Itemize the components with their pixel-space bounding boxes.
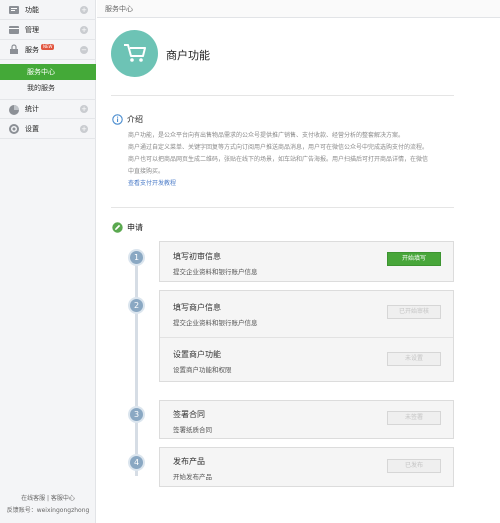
sidebar-item-label: 统计: [25, 105, 39, 113]
pen-icon: [112, 222, 123, 233]
expand-icon[interactable]: +: [80, 25, 88, 34]
divider: [111, 207, 454, 208]
step-title: 发布产品: [173, 457, 205, 466]
sidebar-item-stats[interactable]: 统计 +: [0, 99, 96, 119]
step-number: 3: [128, 406, 145, 423]
sidebar-item-service[interactable]: 服务 NEW −: [0, 40, 96, 60]
breadcrumb-label: 服务中心: [105, 5, 133, 13]
steps-timeline: [135, 250, 138, 476]
intro-text: 商户通过自定义菜单、关键字回复等方式向订阅用户推送商品消息，用户可在微信公众号中…: [128, 144, 429, 151]
sidebar-item-manage[interactable]: 管理 +: [0, 20, 96, 40]
not-signed-button[interactable]: 未签署: [387, 411, 441, 425]
sidebar-item-feature[interactable]: 功能 +: [0, 0, 96, 20]
review-started-button[interactable]: 已开始审核: [387, 305, 441, 319]
manage-icon: [9, 26, 19, 34]
sidebar-footer-links[interactable]: 在线客服 | 客服中心: [0, 493, 96, 502]
sidebar-item-settings[interactable]: 设置 +: [0, 119, 96, 139]
sidebar-item-label: 管理: [25, 25, 39, 34]
cart-icon: [124, 44, 146, 62]
breadcrumb: 服务中心: [97, 0, 500, 18]
sidebar-item-label: 功能: [25, 5, 39, 14]
step-title: 设置商户功能: [173, 350, 221, 359]
expand-icon[interactable]: +: [80, 5, 88, 14]
expand-icon[interactable]: +: [80, 105, 88, 113]
sidebar-subitem-service-center[interactable]: 服务中心: [0, 64, 96, 80]
step-desc: 签署纸质合同: [173, 426, 212, 434]
sidebar-subitem-my-services[interactable]: 我的服务: [0, 80, 96, 96]
header-icon-circle: [111, 30, 158, 77]
sidebar-footer-account: 反馈账号：weixingongzhong: [6, 507, 90, 514]
not-set-button[interactable]: 未设置: [387, 352, 441, 366]
step-desc: 开始发布产品: [173, 473, 212, 481]
info-icon: [112, 114, 123, 125]
step-desc: 提交企业资料和银行账户信息: [173, 319, 258, 327]
divider: [111, 95, 454, 96]
expand-icon[interactable]: +: [80, 124, 88, 133]
step-title: 填写初审信息: [173, 252, 221, 261]
collapse-icon[interactable]: −: [80, 45, 88, 54]
step-number: 4: [128, 454, 145, 471]
sidebar: 功能 + 管理 + 服务 NEW − 服务中心 我的服务 统计 + 设置 + 在…: [0, 0, 96, 523]
feature-icon: [9, 6, 19, 14]
step-desc: 设置商户功能和权限: [173, 366, 232, 374]
sidebar-item-label: 设置: [25, 124, 39, 133]
new-badge: NEW: [41, 44, 55, 50]
divider: [160, 337, 453, 338]
stats-icon: [9, 105, 19, 115]
page-title: 商户功能: [166, 49, 210, 62]
step-card: 签署合同 签署纸质合同 未签署: [159, 400, 454, 439]
service-icon: [10, 44, 18, 54]
step-card: 填写初审信息 提交企业资料和银行账户信息 开始填写: [159, 241, 454, 282]
step-card: 填写商户信息 提交企业资料和银行账户信息 已开始审核 设置商户功能 设置商户功能…: [159, 290, 454, 382]
payment-tutorial-link[interactable]: 查看支付开发教程: [128, 178, 176, 187]
step-card: 发布产品 开始发布产品 已发布: [159, 447, 454, 487]
settings-icon: [9, 124, 19, 134]
intro-title: 介绍: [127, 115, 143, 124]
apply-title: 申请: [127, 223, 143, 232]
step-desc: 提交企业资料和银行账户信息: [173, 268, 258, 276]
published-button[interactable]: 已发布: [387, 459, 441, 473]
start-fill-button[interactable]: 开始填写: [387, 252, 441, 266]
step-number: 2: [128, 297, 145, 314]
intro-text: 商户也可以把商品网页生成二维码，张贴在线下的场景，如车站和广告海报。用户扫描后可…: [128, 156, 429, 163]
step-number: 1: [128, 249, 145, 266]
step-title: 填写商户信息: [173, 303, 221, 312]
intro-text: 中直接购买。: [128, 168, 165, 175]
intro-text: 商户功能，是公众平台向有出售物品需求的公众号提供推广销售、支付收款、经营分析的整…: [128, 132, 405, 139]
sidebar-item-label: 服务: [25, 45, 39, 54]
step-title: 签署合同: [173, 410, 205, 419]
